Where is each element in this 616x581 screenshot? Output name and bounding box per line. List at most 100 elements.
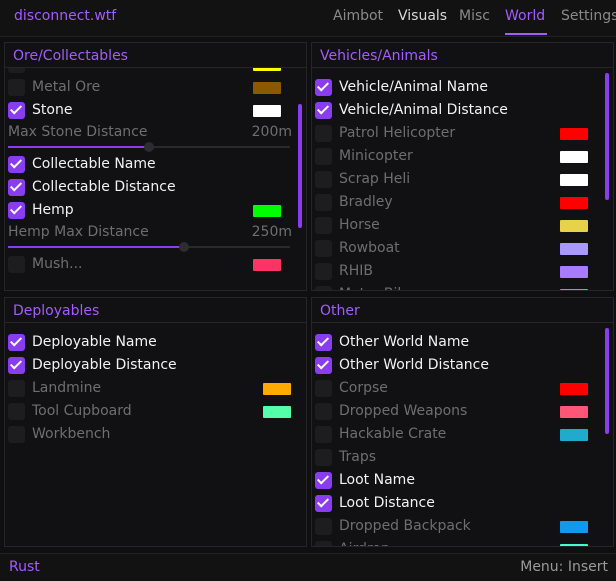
option-label[interactable]: RHIB <box>339 263 373 279</box>
option-label[interactable]: Corpse <box>339 380 388 396</box>
option-label[interactable]: Horse <box>339 217 380 233</box>
color-swatch[interactable] <box>560 151 588 163</box>
unchecked-checkbox[interactable] <box>315 449 332 466</box>
checked-checkbox[interactable] <box>8 202 25 219</box>
unchecked-checkbox[interactable] <box>315 125 332 142</box>
option-label[interactable]: Collectable Name <box>32 156 156 172</box>
option-label[interactable]: Loot Name <box>339 472 415 488</box>
option-label[interactable]: Deployable Name <box>32 334 157 350</box>
option-label[interactable]: Metal Ore <box>32 79 100 95</box>
option-label[interactable]: Dropped Weapons <box>339 403 467 419</box>
option-label[interactable]: Motor Bike <box>339 286 414 290</box>
option-label[interactable]: Hackable Crate <box>339 426 446 442</box>
checked-checkbox[interactable] <box>8 102 25 119</box>
slider-track[interactable] <box>8 242 290 252</box>
color-swatch[interactable] <box>263 383 291 395</box>
unchecked-checkbox[interactable] <box>8 403 25 420</box>
unchecked-checkbox[interactable] <box>315 380 332 397</box>
unchecked-checkbox[interactable] <box>315 194 332 211</box>
scrollbar[interactable] <box>298 104 302 228</box>
unchecked-checkbox[interactable] <box>315 286 332 290</box>
unchecked-checkbox[interactable] <box>315 148 332 165</box>
slider-hemp-max-distance[interactable]: Hemp Max Distance 250m <box>5 222 306 252</box>
unchecked-checkbox[interactable] <box>315 171 332 188</box>
option-label[interactable]: Landmine <box>32 380 101 396</box>
option-label[interactable]: Collectable Distance <box>32 179 176 195</box>
color-swatch[interactable] <box>253 82 281 94</box>
tab-misc[interactable]: Misc <box>459 8 490 24</box>
color-swatch[interactable] <box>560 406 588 418</box>
option-label[interactable]: Workbench <box>32 426 110 442</box>
option-label[interactable]: Traps <box>339 449 376 465</box>
unchecked-checkbox[interactable] <box>8 79 25 96</box>
unchecked-checkbox[interactable] <box>8 426 25 443</box>
option-label[interactable]: Deployable Distance <box>32 357 177 373</box>
slider-max-stone-distance[interactable]: Max Stone Distance 200m <box>5 122 306 152</box>
color-swatch[interactable] <box>560 197 588 209</box>
color-swatch[interactable] <box>560 128 588 140</box>
scrollbar[interactable] <box>605 328 609 434</box>
option-scrap-heli: Scrap Heli <box>312 168 613 191</box>
tab-settings[interactable]: Settings <box>561 8 616 24</box>
option-label[interactable]: Vehicle/Animal Distance <box>339 102 508 118</box>
checked-checkbox[interactable] <box>8 179 25 196</box>
color-swatch[interactable] <box>263 406 291 418</box>
checked-checkbox[interactable] <box>315 334 332 351</box>
color-swatch[interactable] <box>560 289 588 290</box>
option-label[interactable]: Rowboat <box>339 240 400 256</box>
color-swatch[interactable] <box>560 544 588 546</box>
checked-checkbox[interactable] <box>315 357 332 374</box>
tab-world[interactable]: World <box>505 8 545 24</box>
option-label[interactable]: Dropped Backpack <box>339 518 471 534</box>
option-label[interactable]: Tool Cupboard <box>32 403 132 419</box>
color-swatch[interactable] <box>560 266 588 278</box>
tab-aimbot[interactable]: Aimbot <box>333 8 383 24</box>
color-swatch[interactable] <box>560 243 588 255</box>
option-label[interactable]: Sulfur Ore <box>32 68 103 72</box>
color-swatch[interactable] <box>253 68 281 71</box>
color-swatch[interactable] <box>560 429 588 441</box>
unchecked-checkbox[interactable] <box>315 240 332 257</box>
option-label[interactable]: Airdrop <box>339 541 390 546</box>
scrollbar[interactable] <box>605 73 609 200</box>
checked-checkbox[interactable] <box>8 156 25 173</box>
option-label[interactable]: Stone <box>32 102 72 118</box>
option-label[interactable]: Loot Distance <box>339 495 435 511</box>
unchecked-checkbox[interactable] <box>8 256 25 273</box>
color-swatch[interactable] <box>253 105 281 117</box>
unchecked-checkbox[interactable] <box>315 426 332 443</box>
unchecked-checkbox[interactable] <box>315 263 332 280</box>
tab-visuals[interactable]: Visuals <box>398 8 447 24</box>
option-label[interactable]: Other World Distance <box>339 357 489 373</box>
slider-label: Max Stone Distance <box>8 124 148 140</box>
option-label[interactable]: Vehicle/Animal Name <box>339 79 488 95</box>
checked-checkbox[interactable] <box>315 472 332 489</box>
color-swatch[interactable] <box>560 383 588 395</box>
option-label[interactable]: Hemp <box>32 202 74 218</box>
option-label[interactable]: Other World Name <box>339 334 469 350</box>
checked-checkbox[interactable] <box>315 79 332 96</box>
unchecked-checkbox[interactable] <box>315 403 332 420</box>
checked-checkbox[interactable] <box>8 334 25 351</box>
color-swatch[interactable] <box>253 259 281 271</box>
color-swatch[interactable] <box>560 521 588 533</box>
unchecked-checkbox[interactable] <box>8 68 25 73</box>
option-label[interactable]: Scrap Heli <box>339 171 410 187</box>
unchecked-checkbox[interactable] <box>315 541 332 546</box>
checked-checkbox[interactable] <box>315 495 332 512</box>
option-label[interactable]: Minicopter <box>339 148 413 164</box>
color-swatch[interactable] <box>560 174 588 186</box>
option-label[interactable]: Bradley <box>339 194 393 210</box>
unchecked-checkbox[interactable] <box>315 518 332 535</box>
slider-knob[interactable] <box>144 142 154 152</box>
option-label[interactable]: Mush... <box>32 256 82 272</box>
slider-track[interactable] <box>8 142 290 152</box>
option-label[interactable]: Patrol Helicopter <box>339 125 455 141</box>
color-swatch[interactable] <box>253 205 281 217</box>
color-swatch[interactable] <box>560 220 588 232</box>
slider-knob[interactable] <box>179 242 190 252</box>
unchecked-checkbox[interactable] <box>315 217 332 234</box>
checked-checkbox[interactable] <box>315 102 332 119</box>
checked-checkbox[interactable] <box>8 357 25 374</box>
unchecked-checkbox[interactable] <box>8 380 25 397</box>
